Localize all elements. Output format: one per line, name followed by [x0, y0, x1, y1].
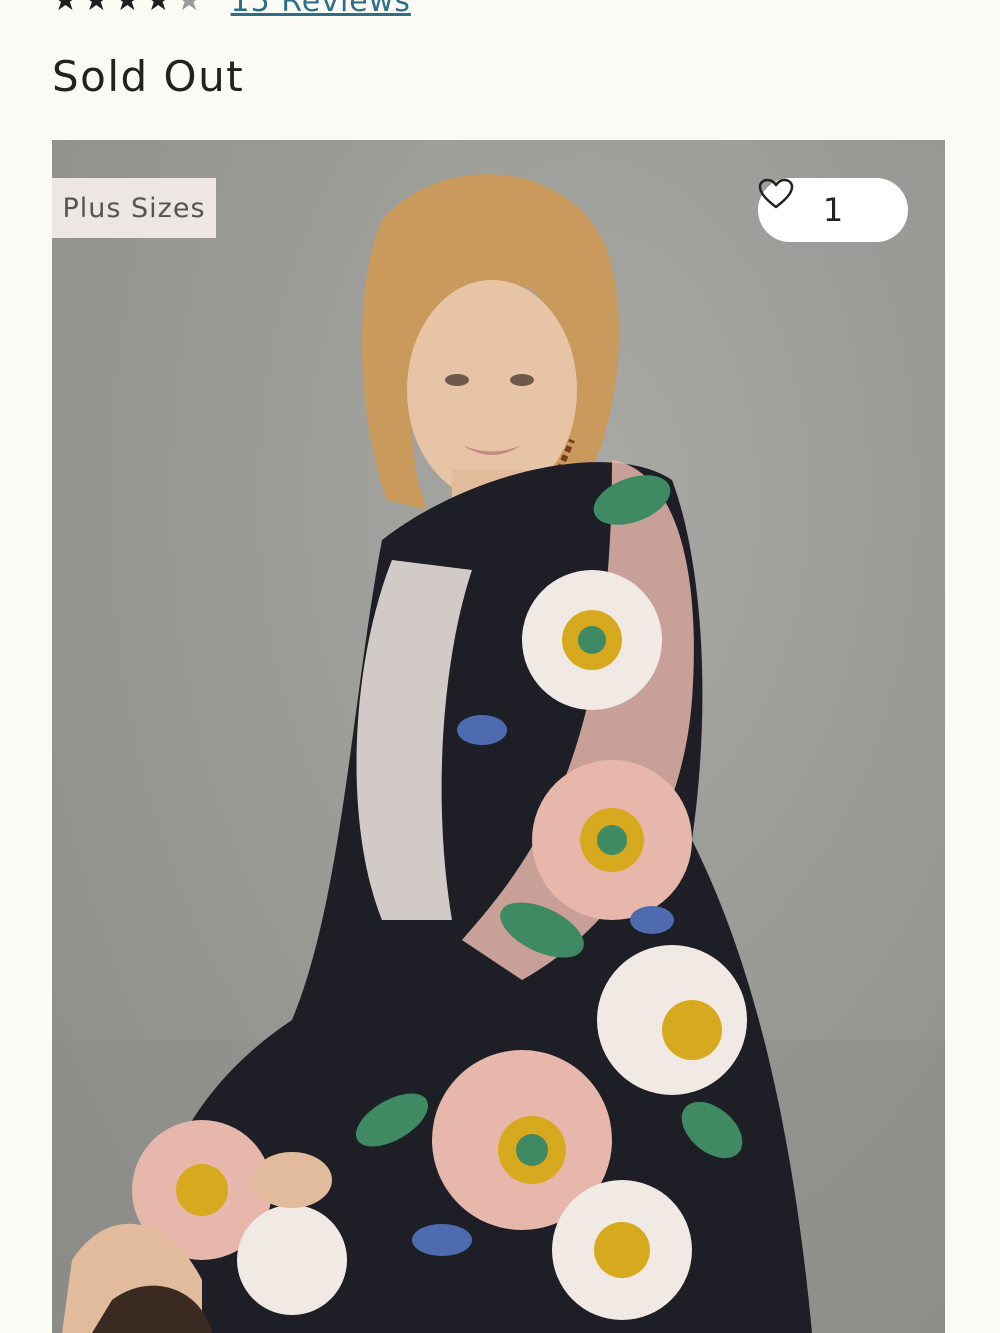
- heart-outline-icon: [758, 178, 794, 209]
- product-image[interactable]: Plus Sizes 1: [52, 140, 945, 1333]
- star-half-icon: ★: [175, 0, 203, 18]
- star-icon: ★: [144, 0, 172, 18]
- rating-row: ★ ★ ★ ★ ★ 15 Reviews: [52, 0, 411, 19]
- star-icon: ★: [82, 0, 110, 18]
- star-icon: ★: [113, 0, 141, 18]
- availability-status: Sold Out: [52, 52, 245, 101]
- plus-sizes-badge: Plus Sizes: [52, 178, 216, 238]
- star-icon: ★: [52, 0, 79, 18]
- product-page: ★ ★ ★ ★ ★ 15 Reviews Sold Out Plus Sizes…: [0, 0, 1000, 1333]
- reviews-link[interactable]: 15 Reviews: [231, 0, 411, 19]
- star-rating: ★ ★ ★ ★ ★: [52, 0, 203, 16]
- wishlist-button[interactable]: 1: [758, 178, 908, 242]
- wishlist-count: 1: [822, 191, 844, 229]
- model-photo: [52, 174, 945, 1333]
